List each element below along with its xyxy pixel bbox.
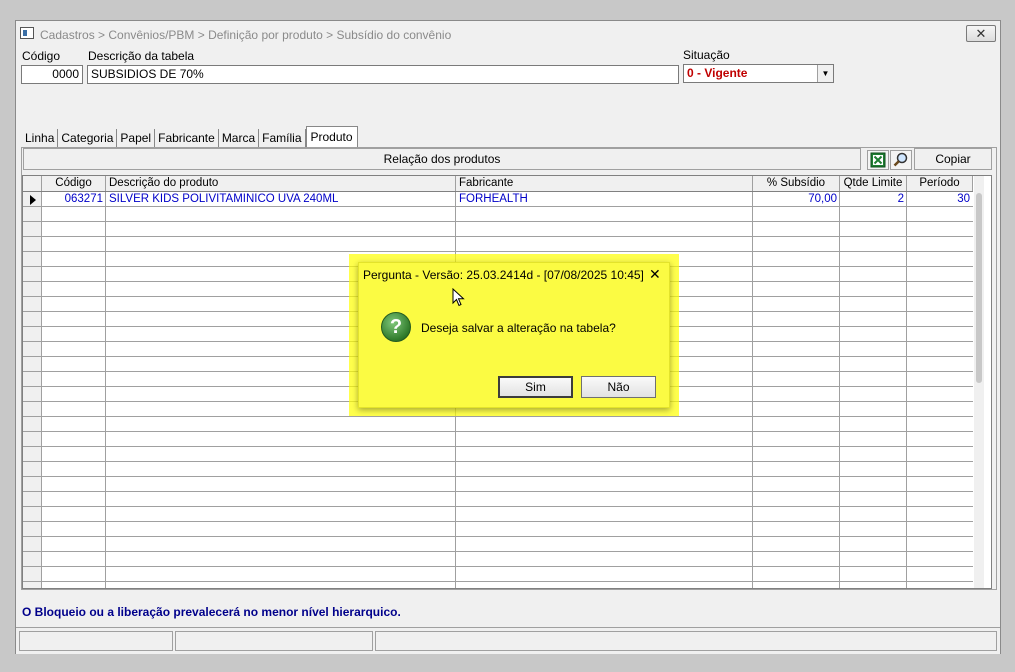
sim-button[interactable]: Sim: [498, 376, 573, 398]
magnifier-icon: [893, 152, 908, 167]
export-excel-button[interactable]: [867, 150, 889, 170]
col-qtde-limite[interactable]: Qtde Limite: [840, 176, 907, 191]
situacao-label: Situação: [683, 48, 730, 62]
col-subsidio[interactable]: % Subsídio: [753, 176, 840, 191]
row-periodo[interactable]: 30: [907, 192, 973, 207]
chevron-down-icon[interactable]: ▼: [817, 65, 833, 82]
window-close-button[interactable]: ✕: [966, 25, 996, 42]
grid-indicator-header: [23, 176, 42, 191]
descricao-field[interactable]: SUBSIDIOS DE 70%: [87, 65, 679, 84]
dialog-close-icon[interactable]: ✕: [649, 266, 661, 283]
tab-papel[interactable]: Papel: [117, 129, 156, 147]
footer-message: O Bloqueio ou a liberação prevalecerá no…: [22, 605, 401, 619]
search-button[interactable]: [890, 150, 912, 170]
copiar-button[interactable]: Copiar: [914, 148, 992, 170]
descricao-label: Descrição da tabela: [88, 49, 195, 63]
row-qtde[interactable]: 2: [840, 192, 907, 207]
tab-strip: Linha Categoria Papel Fabricante Marca Famíli…: [22, 126, 358, 148]
codigo-label: Código: [22, 49, 61, 63]
row-pointer-icon: [30, 195, 36, 205]
tab-linha[interactable]: Linha: [22, 129, 59, 147]
status-bar: [16, 627, 1000, 654]
window-title: Cadastros > Convênios/PBM > Definição po…: [40, 28, 452, 42]
col-codigo[interactable]: Código: [42, 176, 106, 191]
nao-button[interactable]: Não: [581, 376, 656, 398]
tab-familia[interactable]: Família: [259, 129, 306, 147]
tab-fabricante[interactable]: Fabricante: [155, 129, 219, 147]
row-subsidio[interactable]: 70,00: [753, 192, 840, 207]
title-bar: Cadastros > Convênios/PBM > Definição po…: [16, 21, 1000, 47]
codigo-field[interactable]: 0000: [21, 65, 83, 84]
status-pane-1: [19, 631, 173, 651]
status-pane-2: [175, 631, 373, 651]
col-fabricante[interactable]: Fabricante: [456, 176, 753, 191]
situacao-select[interactable]: 0 - Vigente ▼: [683, 64, 834, 83]
row-codigo[interactable]: 063271: [42, 192, 106, 207]
tab-produto[interactable]: Produto: [305, 126, 358, 148]
row-descricao[interactable]: SILVER KIDS POLIVITAMINICO UVA 240ML: [106, 192, 456, 207]
dialog-message: Deseja salvar a alteração na tabela?: [421, 321, 616, 335]
mouse-cursor-icon: [452, 288, 465, 307]
situacao-value: 0 - Vigente: [687, 66, 748, 80]
app-icon: [20, 27, 34, 39]
row-fabricante[interactable]: FORHEALTH: [456, 192, 753, 207]
tab-marca[interactable]: Marca: [219, 129, 260, 147]
dialog-title: Pergunta - Versão: 25.03.2414d - [07/08/…: [363, 268, 644, 282]
col-descricao[interactable]: Descrição do produto: [106, 176, 456, 191]
status-pane-3: [375, 631, 997, 651]
col-periodo[interactable]: Período: [907, 176, 973, 191]
question-icon: ?: [381, 312, 411, 342]
excel-icon: [870, 152, 886, 168]
grid-scroll-thumb[interactable]: [976, 193, 982, 383]
tab-categoria[interactable]: Categoria: [58, 129, 118, 147]
relacao-produtos-header: Relação dos produtos: [23, 148, 861, 170]
grid-header: Código Descrição do produto Fabricante %…: [23, 176, 973, 192]
